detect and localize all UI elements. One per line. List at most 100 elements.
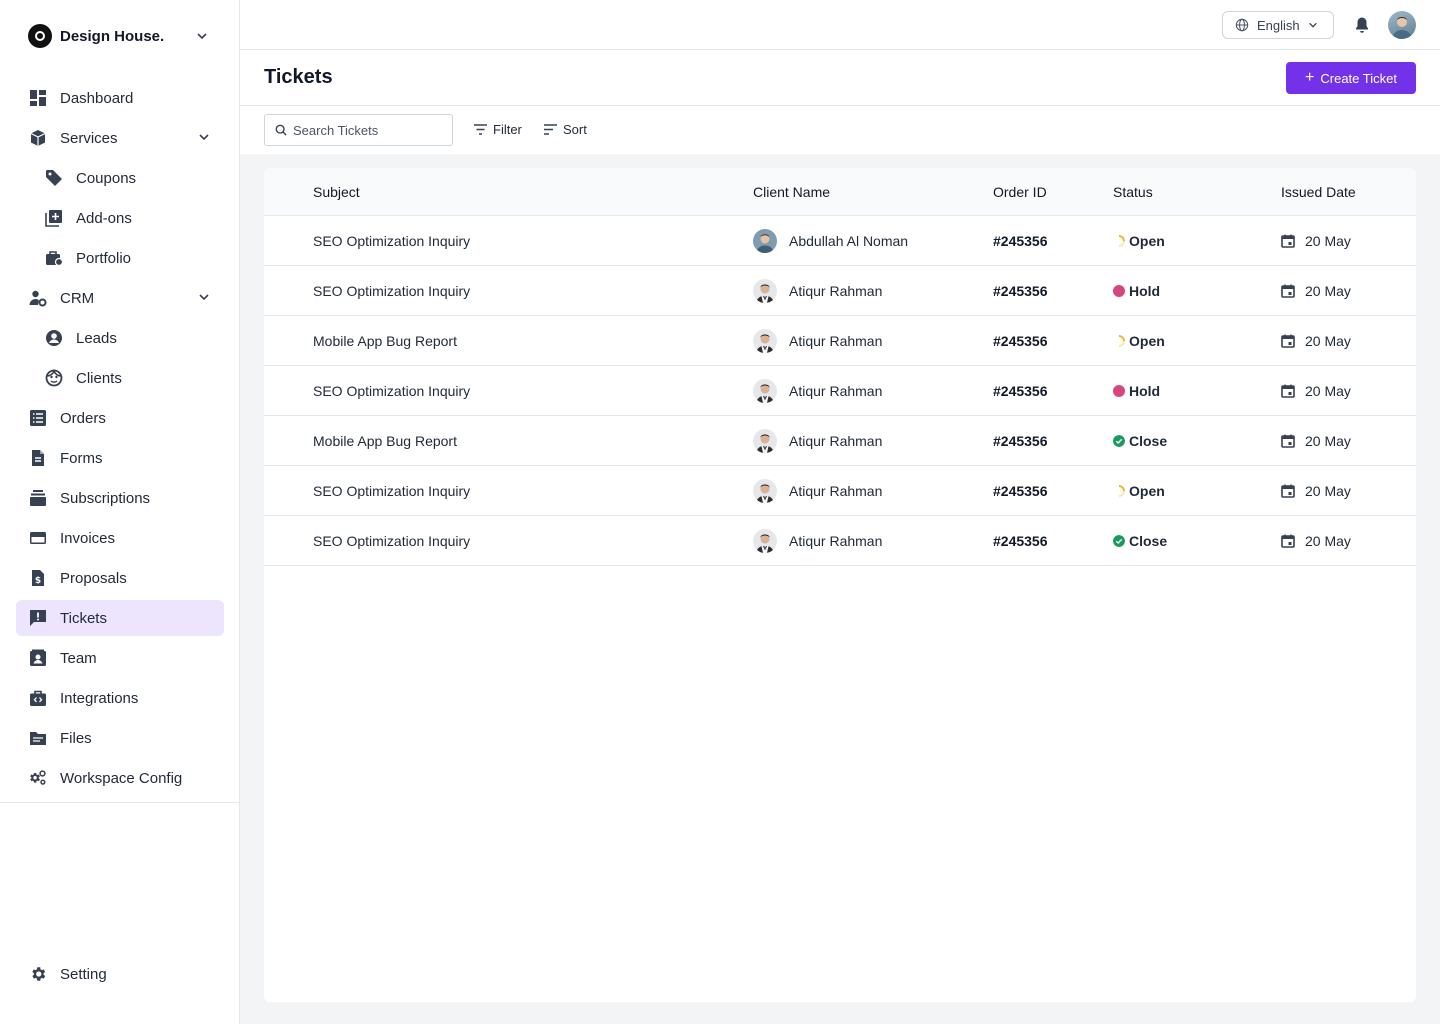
column-header-order[interactable]: Order ID <box>993 184 1047 200</box>
sidebar-item-tickets[interactable]: Tickets <box>16 600 224 636</box>
toolbar: Filter Sort <box>240 106 1440 154</box>
sidebar-item-dashboard[interactable]: Dashboard <box>16 80 224 116</box>
create-ticket-button[interactable]: + Create Ticket <box>1286 62 1416 94</box>
client-name: Atiqur Rahman <box>789 333 883 349</box>
column-header-status[interactable]: Status <box>1113 184 1153 200</box>
column-header-date[interactable]: Issued Date <box>1281 184 1356 200</box>
order-id: #245356 <box>993 433 1048 449</box>
expand-toggle[interactable] <box>198 130 210 148</box>
table-row[interactable]: Mobile App Bug Report Atiqur Rahman #24535… <box>264 416 1416 466</box>
table-row[interactable]: SEO Optimization Inquiry Atiqur Rahman #24… <box>264 266 1416 316</box>
sidebar-item-proposals[interactable]: $ Proposals <box>16 560 224 596</box>
tickets-table: Subject Client Name Order ID Status Issu… <box>264 168 1416 1002</box>
plus-icon: + <box>1305 69 1315 86</box>
sidebar-item-label: Subscriptions <box>60 489 151 507</box>
status-badge: Open <box>1113 216 1165 266</box>
list-icon <box>28 408 48 428</box>
sidebar-item-invoices[interactable]: Invoices <box>16 520 224 556</box>
bell-icon[interactable] <box>1354 16 1370 34</box>
topbar: English <box>240 0 1440 50</box>
table-row[interactable]: SEO Optimization Inquiry Abdullah Al Noma… <box>264 216 1416 266</box>
status-badge: Hold <box>1113 366 1160 416</box>
filter-button[interactable]: Filter <box>474 122 522 137</box>
code-briefcase-icon <box>28 688 48 708</box>
sidebar-item-orders[interactable]: Orders <box>16 400 224 436</box>
status-label: Close <box>1129 433 1168 449</box>
ticket-subject[interactable]: SEO Optimization Inquiry <box>313 366 470 416</box>
language-selector[interactable]: English <box>1222 11 1334 39</box>
workspace-switcher[interactable]: Design House. <box>28 24 218 48</box>
avatar <box>753 429 777 453</box>
sidebar-item-crm[interactable]: CRM <box>16 280 224 316</box>
status-open-icon <box>1118 485 1125 497</box>
globe-icon <box>1235 18 1249 32</box>
folder-icon <box>28 728 48 748</box>
issued-date: 20 May <box>1281 516 1351 566</box>
column-header-client[interactable]: Client Name <box>753 184 830 200</box>
ticket-subject[interactable]: SEO Optimization Inquiry <box>313 266 470 316</box>
sort-label: Sort <box>563 122 587 137</box>
sidebar-item-portfolio[interactable]: Portfolio <box>16 240 224 276</box>
dollar-document-icon: $ <box>28 568 48 588</box>
sidebar-item-workspace[interactable]: Workspace Config <box>16 760 224 796</box>
sidebar-item-label: Dashboard <box>60 89 134 107</box>
order-id: #245356 <box>993 533 1048 549</box>
status-hold-icon <box>1113 285 1125 297</box>
client-cell: Atiqur Rahman <box>753 516 882 566</box>
sidebar-setting: Setting <box>16 956 224 996</box>
brand-name: Design House. <box>60 27 165 45</box>
status-badge: Open <box>1113 316 1165 366</box>
table-row[interactable]: Mobile App Bug Report Atiqur Rahman #24535… <box>264 316 1416 366</box>
calendar-icon <box>1281 284 1295 298</box>
issued-date: 20 May <box>1281 266 1351 316</box>
column-header-subject[interactable]: Subject <box>313 184 360 200</box>
sidebar-item-team[interactable]: Team <box>16 640 224 676</box>
sidebar-item-label: Proposals <box>60 569 127 587</box>
sidebar-item-integrations[interactable]: Integrations <box>16 680 224 716</box>
sidebar-item-coupons[interactable]: Coupons <box>16 160 224 196</box>
sidebar-item-forms[interactable]: Forms <box>16 440 224 476</box>
gears-icon <box>28 768 48 788</box>
gear-icon <box>28 964 48 984</box>
ticket-subject[interactable]: SEO Optimization Inquiry <box>313 216 470 266</box>
table-row[interactable]: SEO Optimization Inquiry Atiqur Rahman #24… <box>264 466 1416 516</box>
sidebar-item-files[interactable]: Files <box>16 720 224 756</box>
calendar-icon <box>1281 234 1295 248</box>
sidebar-item-label: Integrations <box>60 689 139 707</box>
user-avatar[interactable] <box>1388 11 1416 39</box>
sidebar-item-addons[interactable]: Add-ons <box>16 200 224 236</box>
table-row[interactable]: SEO Optimization Inquiry Atiqur Rahman #24… <box>264 366 1416 416</box>
issued-date: 20 May <box>1281 416 1351 466</box>
table-row[interactable]: SEO Optimization Inquiry Atiqur Rahman #24… <box>264 516 1416 566</box>
ticket-subject[interactable]: SEO Optimization Inquiry <box>313 466 470 516</box>
sidebar-item-clients[interactable]: Clients <box>16 360 224 396</box>
avatar <box>753 379 777 403</box>
sort-icon <box>544 124 557 135</box>
issued-date: 20 May <box>1281 466 1351 516</box>
feedback-icon <box>28 608 48 628</box>
face-icon <box>44 368 64 388</box>
client-cell: Atiqur Rahman <box>753 416 882 466</box>
page-header: Tickets + Create Ticket <box>240 50 1440 106</box>
client-cell: Atiqur Rahman <box>753 366 882 416</box>
expand-toggle[interactable] <box>198 290 210 308</box>
sidebar-item-leads[interactable]: Leads <box>16 320 224 356</box>
ticket-subject[interactable]: Mobile App Bug Report <box>313 316 457 366</box>
dashboard-icon <box>28 88 48 108</box>
sidebar-item-subscriptions[interactable]: Subscriptions <box>16 480 224 516</box>
client-cell: Atiqur Rahman <box>753 466 882 516</box>
ticket-subject[interactable]: Mobile App Bug Report <box>313 416 457 466</box>
client-name: Atiqur Rahman <box>789 483 883 499</box>
order-id: #245356 <box>993 483 1048 499</box>
sidebar-item-setting[interactable]: Setting <box>16 956 224 992</box>
ticket-subject[interactable]: SEO Optimization Inquiry <box>313 516 470 566</box>
sidebar-item-label: Invoices <box>60 529 116 547</box>
sidebar: Design House. Dashboard Services Coupons Ad… <box>0 0 240 1024</box>
sort-button[interactable]: Sort <box>544 122 587 137</box>
status-label: Hold <box>1129 383 1161 399</box>
search-input[interactable] <box>293 122 443 138</box>
sidebar-item-services[interactable]: Services <box>16 120 224 156</box>
sidebar-item-label: Coupons <box>76 169 137 187</box>
status-label: Open <box>1129 483 1165 499</box>
date-label: 20 May <box>1305 383 1351 399</box>
